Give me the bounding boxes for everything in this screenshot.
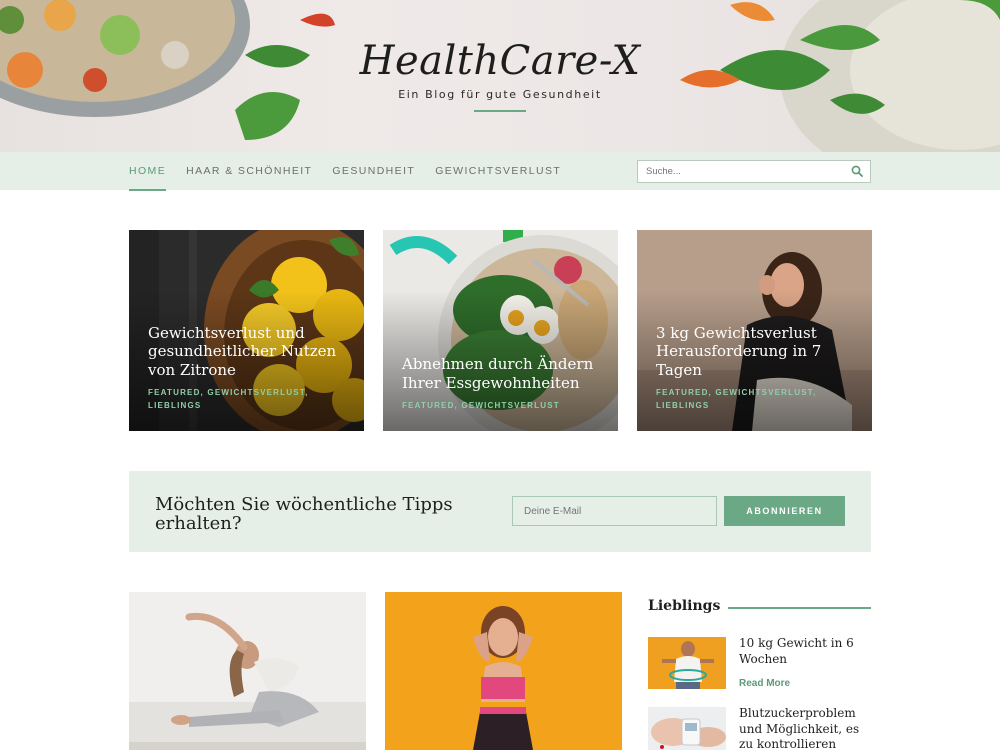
card-categories[interactable]: FEATURED, GEWICHTSVERLUST [402, 399, 602, 412]
sidebar-heading: Lieblings [648, 598, 871, 618]
sidebar-post-thumbnail[interactable] [648, 637, 726, 689]
blood-sugar-test-image [648, 707, 726, 750]
site-tagline: Ein Blog für gute Gesundheit [398, 88, 602, 101]
newsletter-title: Möchten Sie wöchentliche Tipps erhalten? [155, 494, 453, 534]
featured-post-card[interactable]: Gewichtsverlust und gesundheitlicher Nut… [129, 230, 364, 431]
yoga-woman-image [129, 592, 366, 750]
newsletter-email-input[interactable] [513, 497, 716, 525]
subscribe-button[interactable]: ABONNIEREN [724, 496, 845, 526]
search-box [637, 160, 871, 183]
card-title[interactable]: Gewichtsverlust und gesundheitlicher Nut… [148, 324, 348, 380]
newsletter-signup: Möchten Sie wöchentliche Tipps erhalten?… [129, 471, 871, 552]
post-thumbnail-yoga[interactable] [129, 592, 366, 750]
card-text: Gewichtsverlust und gesundheitlicher Nut… [148, 324, 348, 413]
site-branding: HealthCare-X Ein Blog für gute Gesundhei… [0, 38, 1000, 112]
sidebar-title: Lieblings [648, 598, 729, 614]
site-title[interactable]: HealthCare-X [0, 38, 1000, 84]
fitness-man-image [648, 637, 726, 689]
post-thumbnail-surprised-woman[interactable] [385, 592, 622, 750]
nav-item-health[interactable]: GESUNDHEIT [332, 152, 415, 190]
search-icon[interactable] [851, 165, 863, 177]
sidebar-post-title[interactable]: 10 kg Gewicht in 6 Wochen [739, 636, 871, 667]
read-more-link[interactable]: Read More [739, 678, 790, 689]
featured-post-card[interactable]: 3 kg Gewichtsverlust Herausforderung in … [637, 230, 872, 431]
nav-item-weight-loss[interactable]: GEWICHTSVERLUST [435, 152, 561, 190]
nav-item-home[interactable]: HOME [129, 152, 167, 191]
surprised-woman-image [385, 592, 622, 750]
card-text: 3 kg Gewichtsverlust Herausforderung in … [656, 324, 856, 413]
main-menu: HOME HAAR & SCHÖNHEIT GESUNDHEIT GEWICHT… [129, 152, 581, 191]
card-title[interactable]: Abnehmen durch Ändern Ihrer Essgewohnhei… [402, 355, 602, 392]
search-input[interactable] [638, 161, 838, 182]
sidebar-post-thumbnail[interactable] [648, 707, 726, 750]
heading-divider [716, 607, 871, 609]
card-title[interactable]: 3 kg Gewichtsverlust Herausforderung in … [656, 324, 856, 380]
newsletter-email-box [512, 496, 717, 526]
hero-banner: HealthCare-X Ein Blog für gute Gesundhei… [0, 0, 1000, 152]
nav-item-hair-beauty[interactable]: HAAR & SCHÖNHEIT [186, 152, 312, 190]
card-categories[interactable]: FEATURED, GEWICHTSVERLUST, LIEBLINGS [148, 386, 348, 412]
card-categories[interactable]: FEATURED, GEWICHTSVERLUST, LIEBLINGS [656, 386, 856, 412]
featured-post-card[interactable]: Abnehmen durch Ändern Ihrer Essgewohnhei… [383, 230, 618, 431]
title-divider [474, 110, 526, 112]
sidebar-post-title[interactable]: Blutzuckerproblem und Möglichkeit, es zu… [739, 706, 871, 750]
main-navigation-bar: HOME HAAR & SCHÖNHEIT GESUNDHEIT GEWICHT… [0, 152, 1000, 191]
card-text: Abnehmen durch Ändern Ihrer Essgewohnhei… [402, 355, 602, 412]
